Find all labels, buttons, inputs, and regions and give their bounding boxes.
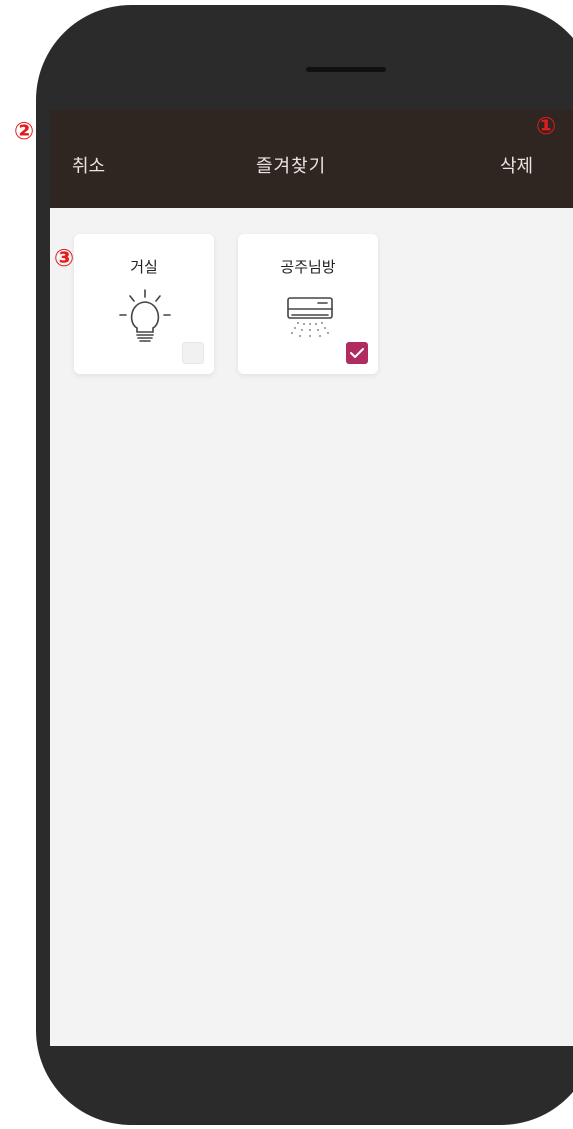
favorite-card-princess-room[interactable]: 공주님방 bbox=[238, 234, 378, 374]
favorite-card-label: 공주님방 bbox=[280, 258, 336, 276]
select-checkbox-unchecked[interactable] bbox=[182, 342, 204, 364]
select-checkbox-checked[interactable] bbox=[346, 342, 368, 364]
checkmark-icon bbox=[350, 348, 364, 358]
favorite-card-living-room[interactable]: 거실 bbox=[74, 234, 214, 374]
speaker-grille bbox=[306, 67, 386, 72]
favorite-card-label: 거실 bbox=[130, 258, 158, 276]
app-screen: 취소 즐겨찾기 삭제 거실 공주님방 bbox=[50, 110, 573, 1046]
annotation-marker-1: ① bbox=[535, 112, 557, 140]
top-app-bar: 취소 즐겨찾기 삭제 bbox=[50, 110, 573, 208]
annotation-marker-2: ② bbox=[13, 117, 35, 145]
air-conditioner-icon bbox=[287, 297, 333, 337]
cancel-button[interactable]: 취소 bbox=[72, 152, 105, 178]
light-bulb-icon bbox=[119, 289, 171, 342]
page-title: 즐겨찾기 bbox=[256, 156, 327, 177]
annotation-marker-3: ③ bbox=[53, 244, 75, 272]
delete-button[interactable]: 삭제 bbox=[500, 152, 533, 178]
